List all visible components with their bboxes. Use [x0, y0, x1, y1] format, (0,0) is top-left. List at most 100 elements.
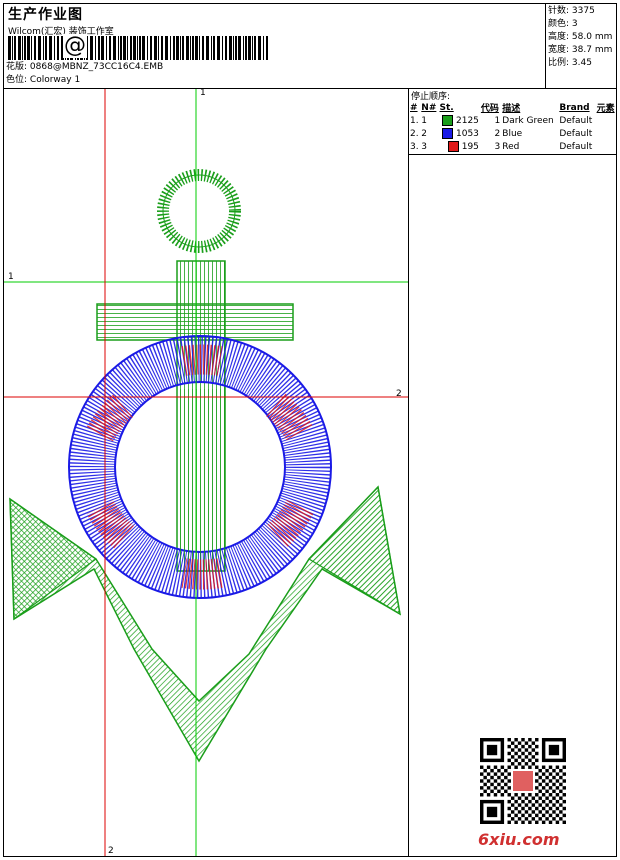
qr-module	[562, 779, 566, 783]
qr-module	[528, 793, 532, 797]
qr-module	[538, 817, 542, 821]
qr-module	[517, 748, 522, 752]
qr-module	[504, 782, 508, 787]
barcode-bar	[31, 36, 32, 60]
qr-module	[535, 813, 539, 818]
qr-module	[507, 738, 511, 742]
qr-module	[514, 738, 518, 742]
qr-module	[507, 751, 511, 756]
qr-module	[555, 779, 560, 783]
qr-module	[541, 786, 546, 790]
qr-module	[480, 793, 484, 797]
qr-module	[517, 817, 522, 821]
qr-module	[531, 796, 536, 800]
qr-module	[545, 810, 549, 814]
stats-divider	[545, 3, 546, 88]
barcode-bar	[222, 36, 223, 60]
qr-module	[493, 779, 498, 783]
qr-module	[507, 806, 511, 811]
qr-module	[514, 813, 518, 818]
qr-module	[535, 738, 539, 742]
barcode-bar	[180, 36, 181, 60]
qr-module	[493, 793, 498, 797]
barcode-bar	[233, 36, 234, 60]
qr-module	[510, 755, 515, 759]
barcode-bar	[127, 36, 128, 60]
barcode-symbol: @	[63, 33, 87, 58]
barcode-bar	[263, 36, 264, 60]
qr-module	[535, 758, 539, 763]
qr-module	[500, 765, 505, 769]
qr-module	[548, 786, 553, 790]
qr-module	[486, 772, 491, 776]
qr-module	[510, 762, 515, 766]
qr-module	[514, 744, 518, 749]
qr-module	[559, 789, 563, 794]
barcode-bar	[90, 36, 93, 60]
stat-width: 宽度: 38.7 mm	[548, 45, 613, 55]
qr-module	[521, 765, 525, 769]
barcode-bar	[123, 36, 126, 60]
barcode-bar	[43, 36, 44, 60]
qr-module	[548, 765, 553, 769]
qr-module	[483, 782, 487, 787]
qr-module	[538, 768, 542, 773]
barcode-bar	[165, 36, 168, 60]
qr-module	[524, 796, 529, 800]
barcode-bar	[206, 36, 209, 60]
design-file-label: 花版:	[6, 62, 28, 72]
qr-module	[507, 779, 511, 783]
qr-module	[541, 779, 546, 783]
qr-module	[517, 796, 522, 800]
qr-module	[538, 810, 542, 814]
qr-module	[552, 803, 556, 807]
col-num: #	[410, 102, 418, 113]
qr-module	[490, 775, 494, 780]
qr-module	[510, 817, 515, 821]
qr-module	[510, 741, 515, 745]
qr-module	[562, 765, 566, 769]
qr-module	[535, 744, 539, 749]
qr-module	[535, 820, 539, 824]
qr-module	[545, 803, 549, 807]
qr-logo	[511, 769, 535, 793]
qr-module	[507, 820, 511, 824]
qr-module	[504, 775, 508, 780]
qr-module	[562, 813, 566, 818]
barcode-bar	[199, 36, 200, 60]
stat-scale: 比例: 3.45	[548, 58, 592, 68]
barcode-bar	[238, 36, 241, 60]
barcode-bar	[248, 36, 251, 60]
qr-module	[500, 793, 505, 797]
barcode-bar	[252, 36, 253, 60]
qr-module	[480, 786, 484, 790]
table-row: 1. 1 2125 1 Dark Green Default	[410, 115, 593, 126]
qr-module	[531, 810, 536, 814]
qr-module	[541, 772, 546, 776]
qr-module	[507, 786, 511, 790]
barcode-bar	[161, 36, 163, 60]
qr-module	[486, 779, 491, 783]
qr-module	[535, 799, 539, 804]
qr-module	[531, 755, 536, 759]
color-swatch	[442, 115, 454, 126]
qr-module	[535, 772, 539, 776]
barcode-bar	[130, 36, 132, 60]
qr-module	[507, 799, 511, 804]
qr-finder	[486, 806, 498, 818]
barcode-bar	[211, 36, 212, 60]
qr-module	[493, 786, 498, 790]
barcode-bar	[217, 36, 220, 60]
barcode-bar	[101, 36, 104, 60]
qr-module	[559, 775, 563, 780]
qr-module	[555, 806, 560, 811]
barcode-bar	[38, 36, 41, 60]
stat-colors: 颜色: 3	[548, 19, 578, 29]
qr-module	[552, 775, 556, 780]
qr-module	[538, 789, 542, 794]
barcode-bar	[24, 36, 26, 60]
panel-divider	[408, 88, 409, 857]
qr-module	[541, 806, 546, 811]
qr-module	[507, 765, 511, 769]
qr-module	[562, 799, 566, 804]
